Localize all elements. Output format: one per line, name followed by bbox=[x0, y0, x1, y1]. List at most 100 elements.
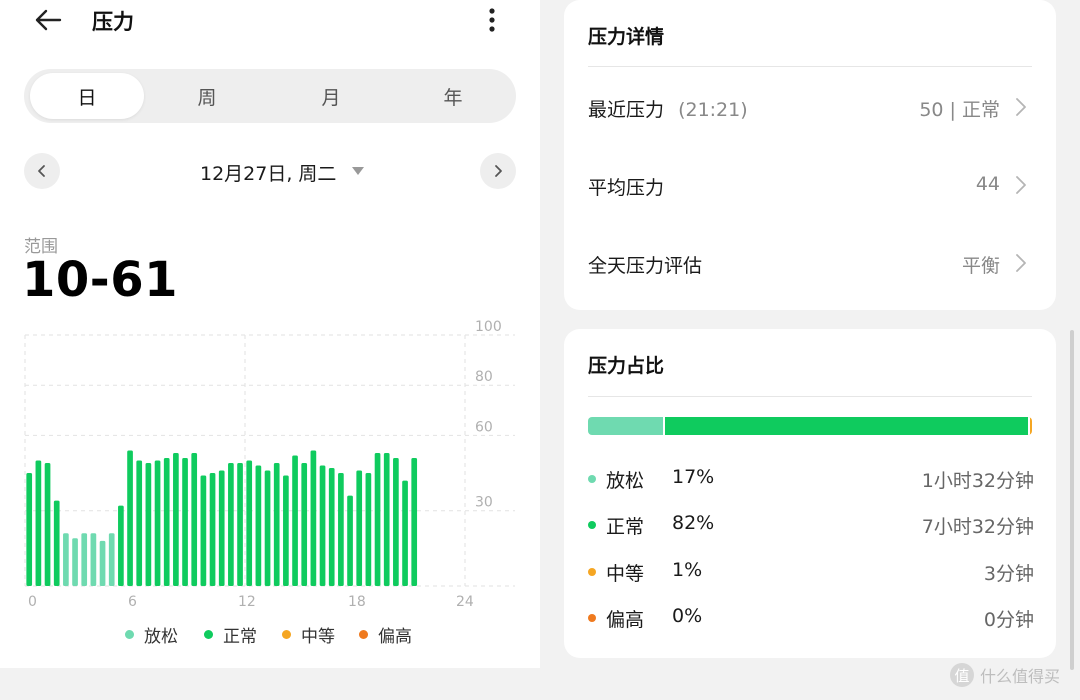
card-title: 压力详情 bbox=[588, 26, 665, 48]
stress-bar bbox=[237, 463, 243, 586]
legend-label: 中等 bbox=[301, 627, 335, 647]
legend-item-medium: 中等 bbox=[282, 622, 335, 647]
left-panel: 压力 日 周 月 年 12月27日, 周二 范围 10-61 100 80 60… bbox=[0, 0, 540, 668]
ratio-label: 放松 bbox=[606, 470, 645, 492]
chart-legend: 放松 正常 中等 偏高 bbox=[0, 622, 540, 647]
card-title: 压力占比 bbox=[588, 355, 665, 377]
ratio-bar-segment bbox=[588, 417, 664, 435]
stress-ratio-bar bbox=[588, 417, 1032, 435]
ratio-duration: 7小时32分钟 bbox=[921, 516, 1034, 538]
date-label[interactable]: 12月27日, 周二 bbox=[200, 159, 336, 186]
ratio-percent: 0% bbox=[672, 605, 703, 627]
stress-bar bbox=[127, 450, 133, 586]
stress-bar bbox=[338, 473, 344, 586]
stress-bar bbox=[63, 533, 69, 586]
x-tick-label: 12 bbox=[238, 594, 256, 610]
x-tick-label: 24 bbox=[456, 594, 474, 610]
detail-value: 44 bbox=[975, 173, 1000, 195]
stress-bar-chart: 100 80 60 30 0 6 12 18 24 bbox=[24, 320, 515, 610]
ratio-duration: 0分钟 bbox=[983, 609, 1034, 631]
stress-bar bbox=[255, 465, 262, 586]
legend-item-normal: 正常 bbox=[204, 622, 257, 647]
stress-bar bbox=[53, 500, 60, 586]
stress-bar bbox=[264, 470, 271, 586]
tab-day[interactable]: 日 bbox=[30, 73, 144, 119]
stress-ratio-card: 压力占比 放松 17% 1小时32分钟 正常 82% 7小时32分钟 中等 1%… bbox=[564, 329, 1056, 658]
detail-row-average-stress[interactable]: 平均压力 44 bbox=[588, 165, 1032, 205]
y-tick-label: 100 bbox=[475, 320, 502, 335]
stress-bar bbox=[402, 480, 408, 586]
y-tick-label: 80 bbox=[475, 369, 493, 385]
y-tick-label: 30 bbox=[475, 495, 493, 511]
period-tabs: 日 周 月 年 bbox=[24, 69, 516, 123]
ratio-bar-segment bbox=[1027, 417, 1032, 435]
ratio-label: 中等 bbox=[606, 563, 645, 585]
ratio-dot bbox=[588, 475, 596, 483]
detail-time: (21:21) bbox=[678, 99, 748, 121]
stress-bar bbox=[108, 533, 115, 586]
tab-month[interactable]: 月 bbox=[274, 73, 388, 119]
chevron-right-icon bbox=[495, 165, 502, 177]
stress-bar bbox=[163, 457, 170, 586]
tab-year[interactable]: 年 bbox=[396, 73, 510, 119]
stress-bar bbox=[99, 540, 106, 586]
detail-value: 50 | 正常 bbox=[919, 99, 1000, 121]
stress-bar bbox=[301, 463, 308, 586]
divider bbox=[588, 66, 1032, 67]
ratio-row-relaxed: 放松 17% 1小时32分钟 bbox=[588, 464, 1034, 494]
ratio-duration: 3分钟 bbox=[983, 563, 1034, 585]
stress-bar bbox=[218, 470, 225, 586]
legend-label: 偏高 bbox=[378, 627, 412, 647]
chevron-right-icon bbox=[1016, 254, 1026, 272]
stress-bar bbox=[200, 475, 207, 586]
watermark-logo: 值 bbox=[950, 663, 974, 687]
stress-bar bbox=[81, 533, 88, 586]
stress-bar bbox=[182, 457, 188, 586]
page-title: 压力 bbox=[92, 10, 134, 34]
stress-bar bbox=[374, 452, 381, 586]
legend-label: 正常 bbox=[223, 627, 257, 647]
x-tick-label: 0 bbox=[28, 594, 37, 610]
next-day-button[interactable] bbox=[480, 153, 516, 189]
detail-label: 最近压力 (21:21) bbox=[588, 95, 748, 122]
ratio-row-medium: 中等 1% 3分钟 bbox=[588, 557, 1034, 587]
back-button[interactable] bbox=[30, 4, 66, 36]
detail-row-day-assessment[interactable]: 全天压力评估 平衡 bbox=[588, 243, 1032, 283]
ratio-percent: 1% bbox=[672, 559, 703, 581]
legend-item-relaxed: 放松 bbox=[125, 622, 178, 647]
range-value: 10-61 bbox=[22, 252, 179, 308]
stress-bar bbox=[118, 505, 124, 586]
stress-bar bbox=[383, 452, 390, 586]
ratio-bar-segment bbox=[663, 417, 1028, 435]
previous-day-button[interactable] bbox=[24, 153, 60, 189]
stress-bar bbox=[319, 465, 326, 586]
stress-bar bbox=[347, 495, 353, 586]
legend-item-high: 偏高 bbox=[359, 622, 412, 647]
legend-dot bbox=[125, 630, 134, 639]
stress-bar bbox=[328, 468, 335, 586]
detail-label: 全天压力评估 bbox=[588, 255, 703, 277]
header: 压力 bbox=[0, 0, 540, 42]
watermark: 值 什么值得买 bbox=[950, 663, 1060, 687]
caret-down-icon[interactable] bbox=[352, 167, 364, 175]
stress-bar bbox=[228, 463, 234, 586]
stress-bar bbox=[72, 538, 78, 586]
tab-week[interactable]: 周 bbox=[150, 73, 264, 119]
detail-label: 平均压力 bbox=[588, 177, 665, 199]
scrollbar[interactable] bbox=[1070, 330, 1074, 670]
ratio-dot bbox=[588, 568, 596, 576]
divider bbox=[588, 396, 1032, 397]
stress-bar bbox=[26, 473, 33, 586]
detail-value: 平衡 bbox=[961, 255, 1000, 277]
stress-bar bbox=[356, 470, 363, 586]
watermark-text: 什么值得买 bbox=[980, 667, 1061, 686]
stress-bar bbox=[273, 463, 280, 586]
stress-bar bbox=[191, 452, 198, 586]
ratio-percent: 17% bbox=[672, 466, 715, 488]
detail-row-latest-stress[interactable]: 最近压力 (21:21) 50 | 正常 bbox=[588, 87, 1032, 127]
more-menu-button[interactable] bbox=[478, 4, 506, 36]
chevron-left-icon bbox=[38, 165, 45, 177]
more-vertical-icon bbox=[489, 8, 495, 32]
ratio-row-normal: 正常 82% 7小时32分钟 bbox=[588, 510, 1034, 540]
ratio-dot bbox=[588, 614, 596, 622]
